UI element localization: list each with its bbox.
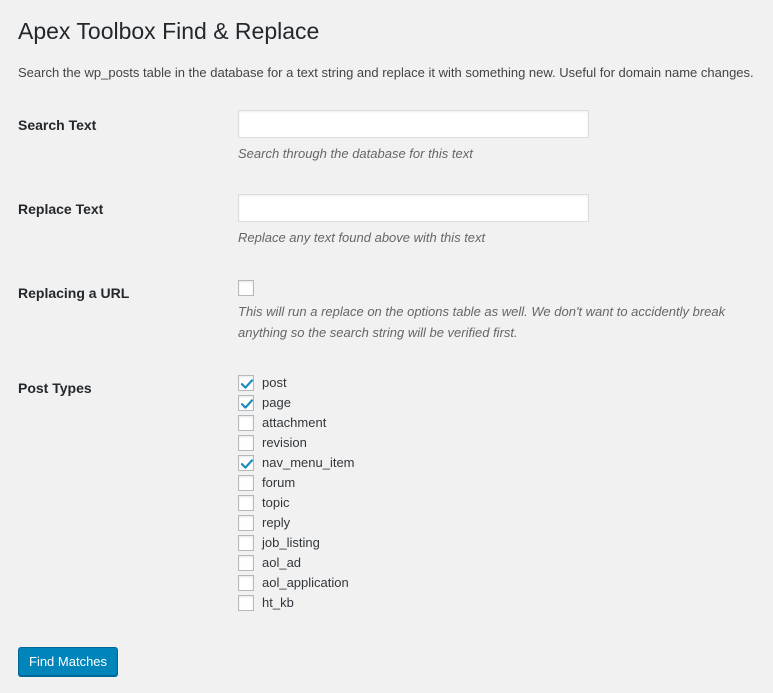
post-type-label[interactable]: revision (262, 434, 307, 452)
search-text-label: Search Text (18, 117, 97, 133)
post-type-label[interactable]: aol_ad (262, 554, 301, 572)
post-type-label[interactable]: aol_application (262, 574, 349, 592)
post-type-label[interactable]: job_listing (262, 534, 320, 552)
post-type-checkbox-topic[interactable] (238, 495, 254, 511)
page-description: Search the wp_posts table in the databas… (18, 65, 754, 80)
replacing-url-hint-line1: This will run a replace on the options t… (238, 304, 726, 319)
checkmark-icon (240, 399, 254, 409)
post-type-checkbox-job_listing[interactable] (238, 535, 254, 551)
page-title: Apex Toolbox Find & Replace (18, 18, 320, 44)
replace-text-label: Replace Text (18, 201, 104, 217)
replace-text-input[interactable] (238, 194, 589, 222)
find-matches-button[interactable]: Find Matches (18, 647, 119, 676)
post-type-label[interactable]: page (262, 394, 291, 412)
post-type-checkbox-attachment[interactable] (238, 415, 254, 431)
checkmark-icon (240, 459, 254, 469)
replacing-url-label: Replacing a URL (18, 285, 130, 301)
post-type-checkbox-revision[interactable] (238, 435, 254, 451)
post-type-checkbox-aol_ad[interactable] (238, 555, 254, 571)
post-type-checkbox-ht_kb[interactable] (238, 595, 254, 611)
search-text-hint: Search through the database for this tex… (238, 146, 473, 161)
post-type-label[interactable]: nav_menu_item (262, 454, 355, 472)
post-types-label: Post Types (18, 380, 92, 396)
replacing-url-hint-line2: anything so the search string will be ve… (238, 325, 518, 340)
post-type-label[interactable]: attachment (262, 414, 326, 432)
checkmark-icon (240, 379, 254, 389)
post-type-checkbox-forum[interactable] (238, 475, 254, 491)
post-type-checkbox-aol_application[interactable] (238, 575, 254, 591)
post-type-checkbox-page[interactable] (238, 395, 254, 411)
post-type-label[interactable]: reply (262, 514, 290, 532)
post-type-label[interactable]: topic (262, 494, 289, 512)
replace-text-hint: Replace any text found above with this t… (238, 230, 486, 245)
post-type-checkbox-nav_menu_item[interactable] (238, 455, 254, 471)
post-type-label[interactable]: post (262, 374, 287, 392)
post-type-checkbox-reply[interactable] (238, 515, 254, 531)
post-type-checkbox-post[interactable] (238, 375, 254, 391)
post-type-label[interactable]: ht_kb (262, 594, 294, 612)
search-text-input[interactable] (238, 110, 589, 138)
replacing-url-checkbox[interactable] (238, 280, 254, 296)
post-type-label[interactable]: forum (262, 474, 295, 492)
